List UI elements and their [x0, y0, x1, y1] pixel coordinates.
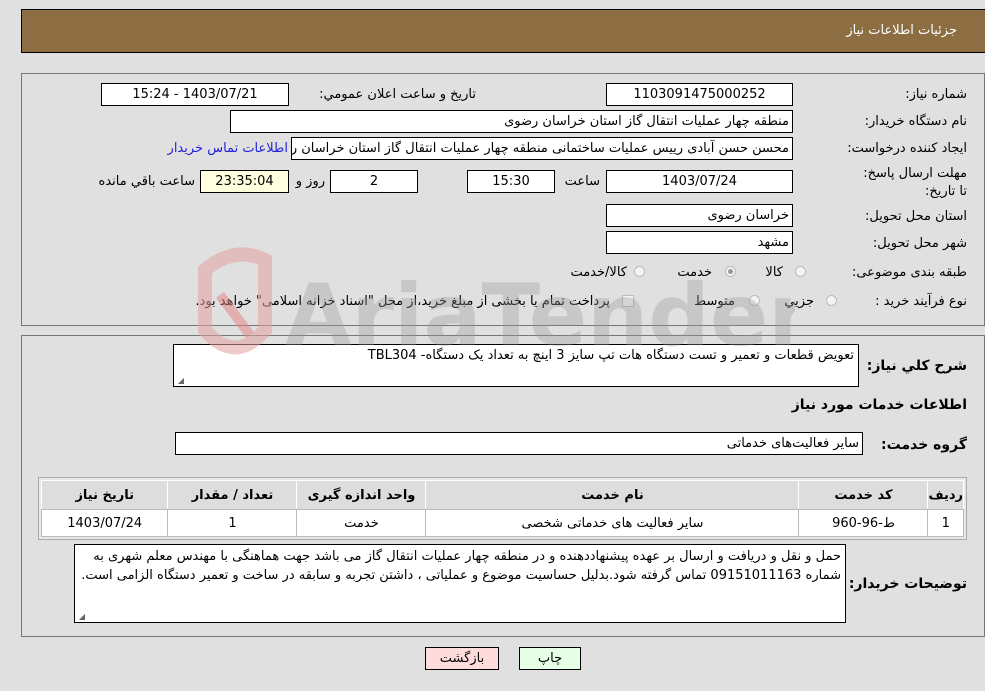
purchase-type-medium-label: متوسط: [694, 294, 735, 309]
resize-handle-icon[interactable]: ◢: [176, 377, 184, 385]
print-button[interactable]: چاپ: [519, 647, 581, 670]
page-title: جزئیات اطلاعات نیاز: [846, 23, 957, 38]
category-service-radio[interactable]: [725, 266, 736, 277]
buyer-notes-label: توضيحات خريدار:: [848, 576, 967, 592]
service-group-field: سایر فعالیت‌های خدماتی: [175, 432, 863, 455]
purchase-type-label: نوع فرآیند خرید :: [875, 294, 967, 309]
buyer-notes-field[interactable]: حمل و نقل و دریافت و ارسال بر عهده پیشنه…: [74, 544, 846, 623]
description-field[interactable]: تعویض قطعات و تعمیر و تست دستگاه هات تپ …: [173, 344, 859, 387]
category-goods-label: کالا: [765, 265, 783, 280]
deadline-label: مهلت ارسال پاسخ: تا تاریخ:: [863, 166, 967, 199]
remaining-time-label: ساعت باقي مانده: [98, 174, 195, 189]
cell-row-number: 1: [927, 509, 964, 537]
purchase-type-minor-radio[interactable]: [826, 295, 837, 306]
category-service-label: خدمت: [677, 265, 712, 280]
services-table: رديف كد خدمت نام خدمت واحد اندازه گيری ت…: [40, 480, 964, 537]
deadline-time-label: ساعت: [564, 174, 600, 189]
deadline-date-field: 1403/07/24: [606, 170, 793, 193]
col-header-row-number: رديف: [927, 480, 964, 510]
purchase-type-medium-radio[interactable]: [749, 295, 760, 306]
service-group-label: گروه خدمت:: [881, 437, 967, 453]
col-header-service-name: نام خدمت: [425, 480, 800, 510]
cell-quantity: 1: [167, 509, 298, 537]
cell-service-code: ط-96-960: [798, 509, 929, 537]
delivery-province-label: استان محل تحویل:: [865, 209, 967, 224]
delivery-province-field: خراسان رضوی: [606, 204, 793, 227]
col-header-need-date: تاريخ نياز: [40, 480, 169, 510]
requester-label: ایجاد کننده درخواست:: [847, 141, 967, 156]
remaining-days-field: 2: [330, 170, 418, 193]
col-header-unit: واحد اندازه گيری: [296, 480, 427, 510]
buyer-org-field: منطقه چهار عملیات انتقال گاز استان خراسا…: [230, 110, 793, 133]
col-header-service-code: كد خدمت: [798, 480, 929, 510]
treasury-checkbox[interactable]: [622, 295, 634, 307]
table-row: 1 ط-96-960 سایر فعالیت های خدماتی شخصی خ…: [40, 509, 964, 537]
delivery-city-field: مشهد: [606, 231, 793, 254]
buyer-notes-text: حمل و نقل و دریافت و ارسال بر عهده پیشنه…: [81, 549, 841, 583]
category-goods-radio[interactable]: [795, 266, 806, 277]
back-button[interactable]: بازگشت: [425, 647, 499, 670]
category-goods-service-radio[interactable]: [634, 266, 645, 277]
announce-datetime-label: تاریخ و ساعت اعلان عمومي:: [319, 87, 476, 102]
requester-field: محسن حسن آبادی رییس عملیات ساختمانی منطق…: [291, 137, 793, 160]
need-number-field: 1103091475000252: [606, 83, 793, 106]
delivery-city-label: شهر محل تحویل:: [872, 236, 967, 251]
category-label: طبقه بندی موضوعی:: [851, 265, 967, 280]
cell-service-name: سایر فعالیت های خدماتی شخصی: [425, 509, 800, 537]
days-label: روز و: [295, 174, 325, 189]
cell-unit: خدمت: [296, 509, 427, 537]
cell-need-date: 1403/07/24: [40, 509, 169, 537]
treasury-checkbox-label: پرداخت تمام یا بخشی از مبلغ خرید،از محل …: [195, 294, 610, 309]
buyer-org-label: نام دستگاه خريدار:: [864, 114, 967, 129]
deadline-time-field: 15:30: [467, 170, 555, 193]
page-header: جزئیات اطلاعات نیاز: [21, 9, 985, 53]
purchase-type-minor-label: جزيي: [784, 294, 814, 309]
description-text: تعویض قطعات و تعمیر و تست دستگاه هات تپ …: [367, 348, 854, 363]
table-header-row: رديف كد خدمت نام خدمت واحد اندازه گيری ت…: [40, 480, 964, 510]
col-header-quantity: تعداد / مقدار: [167, 480, 298, 510]
services-table-wrapper: رديف كد خدمت نام خدمت واحد اندازه گيری ت…: [38, 477, 967, 540]
resize-handle-icon[interactable]: ◢: [77, 613, 85, 621]
category-goods-service-label: کالا/خدمت: [570, 265, 627, 280]
buyer-contact-link[interactable]: اطلاعات تماس خریدار: [168, 141, 288, 156]
remaining-time-field: 23:35:04: [200, 170, 289, 193]
need-number-label: شماره نیاز:: [905, 87, 967, 102]
services-section-title: اطلاعات خدمات مورد نياز: [791, 397, 967, 413]
announce-datetime-field: 1403/07/21 - 15:24: [101, 83, 289, 106]
description-label: شرح كلي نياز:: [866, 358, 967, 374]
